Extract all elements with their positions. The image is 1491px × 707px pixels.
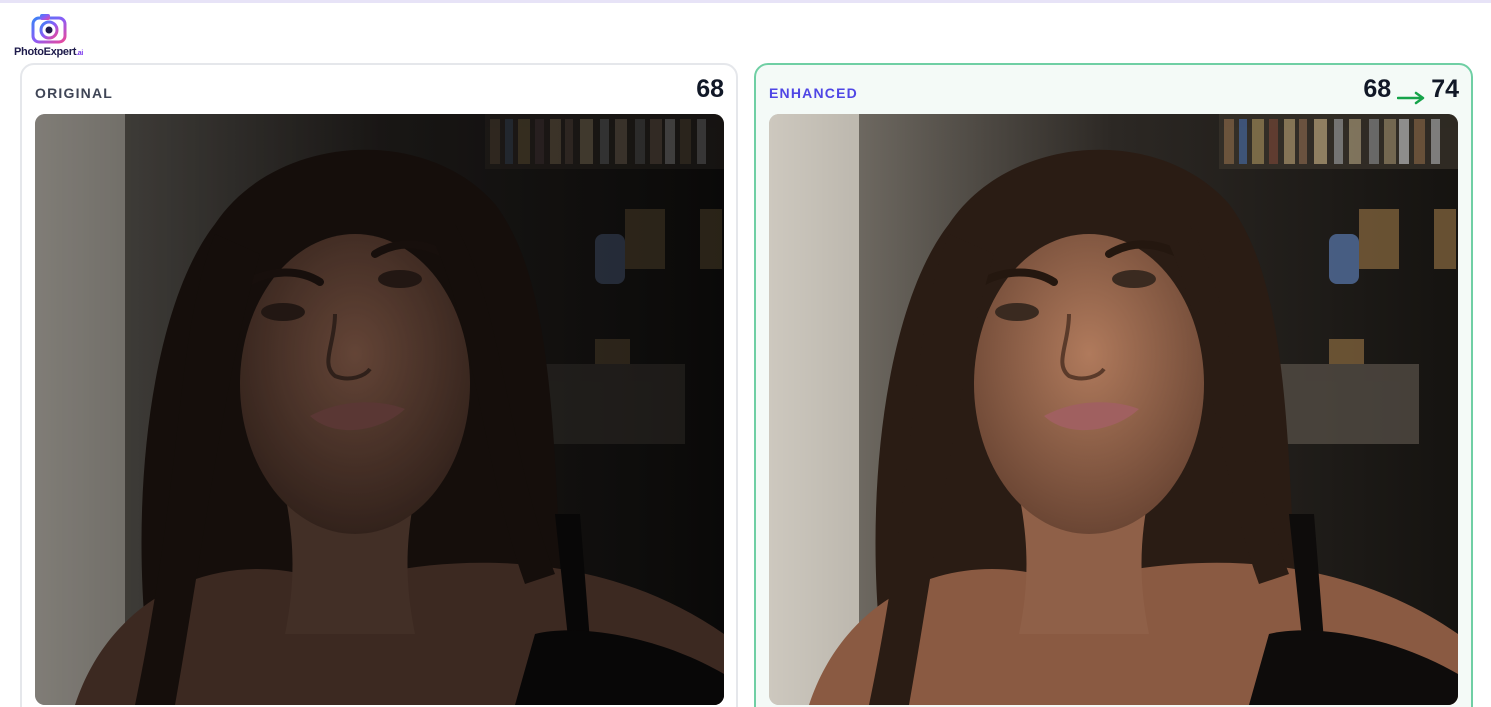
enhanced-score: 68 74: [1363, 75, 1459, 104]
score-after: 74: [1431, 75, 1459, 103]
enhanced-panel: ENHANCED 68 74: [754, 63, 1473, 707]
arrow-right-icon: [1396, 83, 1425, 104]
original-score: 68: [696, 75, 724, 104]
camera-lens-icon: [31, 14, 67, 44]
page: PhotoExpert.ai ORIGINAL 68 ENHANCED 68 7…: [0, 0, 1491, 707]
original-photo[interactable]: [35, 114, 724, 705]
brand-suffix: .ai: [76, 50, 83, 57]
brand-name: PhotoExpert.ai: [14, 46, 83, 58]
brand-logo[interactable]: PhotoExpert.ai: [14, 13, 88, 65]
original-panel: ORIGINAL 68: [20, 63, 738, 707]
enhanced-photo[interactable]: [769, 114, 1458, 705]
score-before: 68: [1363, 75, 1392, 103]
original-score-value: 68: [696, 75, 724, 103]
original-label: ORIGINAL: [35, 85, 114, 101]
portrait-photo-enhanced: [769, 114, 1458, 705]
brand-name-text: PhotoExpert: [14, 46, 77, 58]
portrait-photo-original: [35, 114, 724, 705]
enhanced-label: ENHANCED: [769, 85, 858, 101]
